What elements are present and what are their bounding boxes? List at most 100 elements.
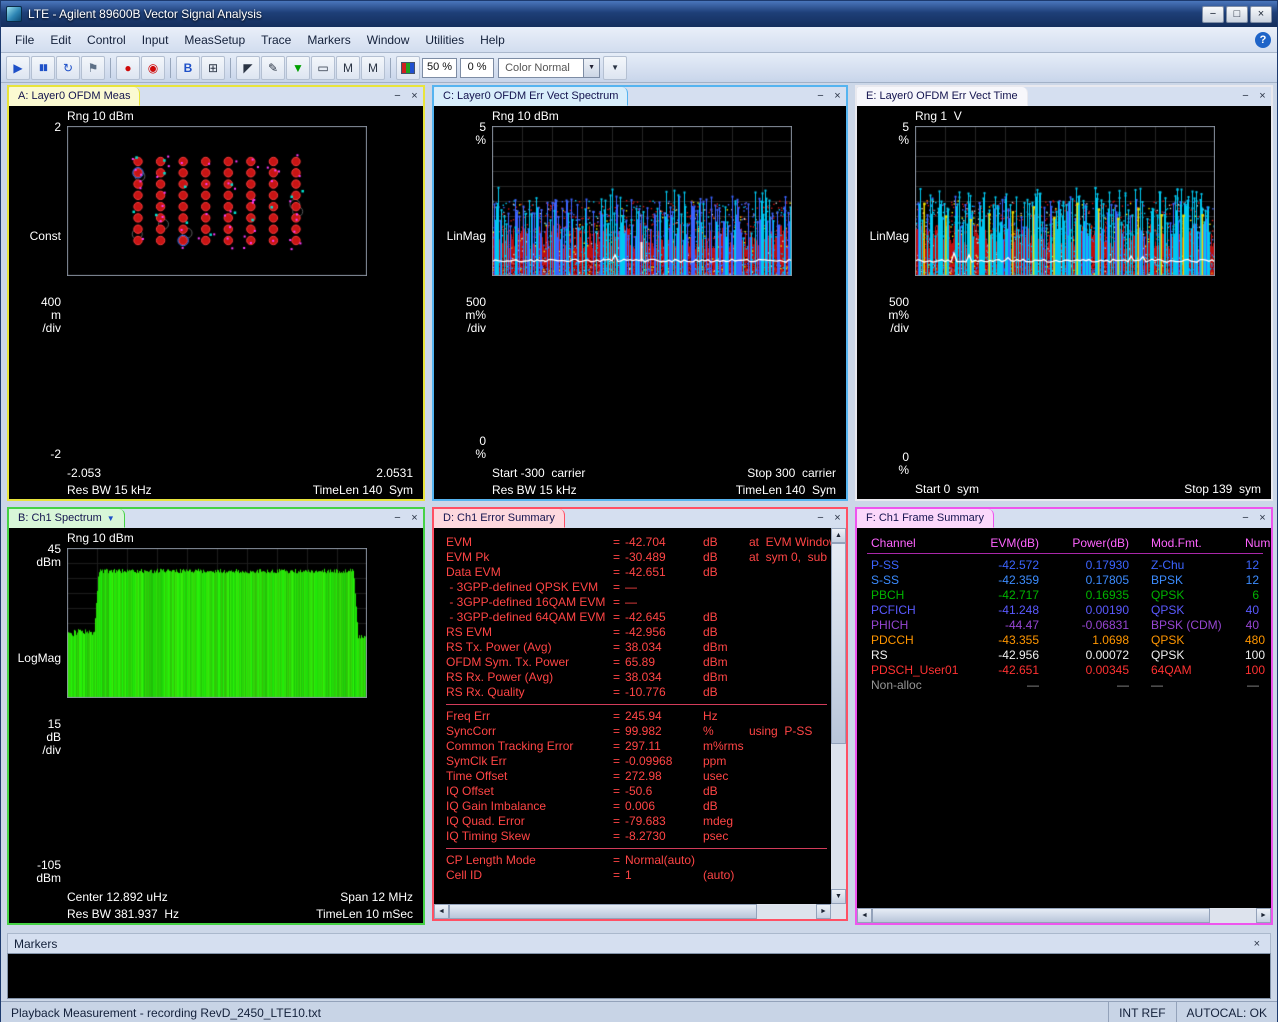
playback-speed-field[interactable]: 50 % — [422, 58, 457, 78]
pause-button[interactable]: ▮▮ — [31, 56, 55, 80]
error-summary-vscrollbar[interactable]: ▲ ▼ — [831, 528, 846, 904]
panel-area: A: Layer0 OFDM Meas − × Rng 10 dBm 2 Con… — [1, 83, 1277, 929]
panel-minimize-button[interactable]: − — [389, 509, 406, 528]
constellation-canvas[interactable] — [67, 126, 367, 276]
res-bw-label: Res BW 381.937 Hz — [67, 907, 179, 921]
menu-edit[interactable]: Edit — [42, 30, 79, 50]
panel-tab-f[interactable]: F: Ch1 Frame Summary — [857, 509, 994, 528]
frame-summary-row: RS-42.9560.00072QPSK100 — [857, 648, 1271, 663]
marker1-icon: M — [343, 61, 353, 75]
error-summary-row: - 3GPP-defined QPSK EVM=— — [446, 580, 831, 595]
separator-line — [446, 704, 827, 705]
error-summary-row: IQ Timing Skew=-8.2730psec — [446, 829, 831, 844]
status-message: Playback Measurement - recording RevD_24… — [1, 1006, 1108, 1020]
menu-input[interactable]: Input — [134, 30, 177, 50]
flag-button[interactable]: ⚑ — [81, 56, 105, 80]
frame-summary-row: Non-alloc———— — [857, 678, 1271, 693]
marker2-button[interactable]: M — [361, 56, 385, 80]
layout-button[interactable]: ⊞ — [201, 56, 225, 80]
band-marker-button[interactable]: ▭ — [311, 56, 335, 80]
tiles-icon: ⊞ — [208, 61, 218, 75]
menu-trace[interactable]: Trace — [253, 30, 299, 50]
panel-close-button[interactable]: × — [406, 87, 423, 106]
scroll-right-button[interactable]: ► — [1256, 908, 1271, 923]
panel-minimize-button[interactable]: − — [812, 87, 829, 106]
reference-status: INT REF — [1108, 1002, 1175, 1022]
help-glyph: ? — [1260, 34, 1267, 46]
y-axis-scale-label: 500 m% /div — [434, 296, 486, 335]
error-summary-hscrollbar[interactable]: ◄ ► — [434, 904, 831, 919]
error-spectrum-canvas[interactable] — [492, 126, 792, 276]
marker1-button[interactable]: M — [336, 56, 360, 80]
menu-file[interactable]: File — [7, 30, 42, 50]
y-axis-name-label: LinMag — [434, 230, 486, 243]
scrollbar-thumb[interactable] — [449, 904, 757, 919]
menu-help[interactable]: Help — [472, 30, 513, 50]
menu-control[interactable]: Control — [79, 30, 134, 50]
scroll-left-button[interactable]: ◄ — [434, 904, 449, 919]
help-icon[interactable]: ? — [1255, 32, 1271, 48]
annotation-button[interactable]: B — [176, 56, 200, 80]
scrollbar-thumb[interactable] — [872, 908, 1210, 923]
toolbar-separator — [230, 58, 231, 78]
panel-close-button[interactable]: × — [1254, 509, 1271, 528]
column-header-numrb: Num.RB — [1245, 536, 1271, 550]
minimize-icon: − — [817, 512, 823, 524]
scrollbar-thumb[interactable] — [831, 543, 846, 744]
play-button[interactable]: ▶ — [6, 56, 30, 80]
panel-close-button[interactable]: × — [406, 509, 423, 528]
scroll-down-button[interactable]: ▼ — [831, 889, 846, 904]
scrollbar-track[interactable] — [449, 904, 816, 919]
maximize-icon: □ — [1234, 8, 1241, 20]
markers-header: Markers × — [7, 933, 1271, 953]
panel-close-button[interactable]: × — [1254, 87, 1271, 106]
panel-tab-c[interactable]: C: Layer0 OFDM Err Vect Spectrum — [434, 87, 628, 106]
panel-minimize-button[interactable]: − — [812, 509, 829, 528]
spectrum-canvas[interactable] — [67, 548, 367, 698]
menu-window[interactable]: Window — [359, 30, 418, 50]
markers-close-button[interactable]: × — [1250, 938, 1264, 950]
res-bw-label: Res BW 15 kHz — [67, 483, 152, 497]
maximize-button[interactable]: □ — [1226, 6, 1248, 23]
record-marker-button[interactable]: ◉ — [141, 56, 165, 80]
panel-tab-b[interactable]: B: Ch1 Spectrum ▼ — [9, 509, 125, 528]
error-summary-row: IQ Quad. Error=-79.683mdeg — [446, 814, 831, 829]
scroll-left-button[interactable]: ◄ — [857, 908, 872, 923]
pointer-button[interactable]: ◤ — [236, 56, 260, 80]
menu-utilities[interactable]: Utilities — [417, 30, 472, 50]
peak-marker-button[interactable]: ▼ — [286, 56, 310, 80]
scroll-up-button[interactable]: ▲ — [831, 528, 846, 543]
minimize-button[interactable]: − — [1202, 6, 1224, 23]
scroll-right-button[interactable]: ► — [816, 904, 831, 919]
error-time-canvas[interactable] — [915, 126, 1215, 276]
menu-markers[interactable]: Markers — [299, 30, 358, 50]
frame-summary-row: S-SS-42.3590.17805BPSK12 — [857, 573, 1271, 588]
panel-tab-a[interactable]: A: Layer0 OFDM Meas — [9, 87, 140, 106]
scrollbar-track[interactable] — [872, 908, 1256, 923]
playback-position-field[interactable]: 0 % — [460, 58, 494, 78]
panel-tab-e[interactable]: E: Layer0 OFDM Err Vect Time — [857, 87, 1028, 106]
toolbar-overflow-button[interactable]: ▼ — [603, 56, 627, 80]
display-colors-button[interactable] — [396, 56, 420, 80]
menu-meassetup[interactable]: MeasSetup — [176, 30, 253, 50]
panel-ofdm-meas: A: Layer0 OFDM Meas − × Rng 10 dBm 2 Con… — [7, 85, 425, 501]
panel-minimize-button[interactable]: − — [1237, 509, 1254, 528]
restart-button[interactable]: ↻ — [56, 56, 80, 80]
error-summary-row: CP Length Mode=Normal(auto) — [446, 853, 831, 868]
frame-summary-hscrollbar[interactable]: ◄ ► — [857, 908, 1271, 923]
close-button[interactable]: × — [1250, 6, 1272, 23]
range-label: Rng 10 dBm — [67, 109, 134, 123]
annotate-line-button[interactable]: ✎ — [261, 56, 285, 80]
record-marker-icon: ◉ — [148, 61, 158, 75]
panel-close-button[interactable]: × — [829, 509, 846, 528]
panel-tab-d[interactable]: D: Ch1 Error Summary — [434, 509, 565, 528]
color-mode-select[interactable]: Color Normal ▼ — [498, 58, 600, 78]
app-icon — [6, 6, 22, 22]
panel-close-button[interactable]: × — [829, 87, 846, 106]
panel-minimize-button[interactable]: − — [389, 87, 406, 106]
scrollbar-track[interactable] — [831, 543, 846, 889]
range-label: Rng 10 dBm — [492, 109, 559, 123]
record-button[interactable]: ● — [116, 56, 140, 80]
close-icon: × — [834, 90, 840, 102]
panel-minimize-button[interactable]: − — [1237, 87, 1254, 106]
